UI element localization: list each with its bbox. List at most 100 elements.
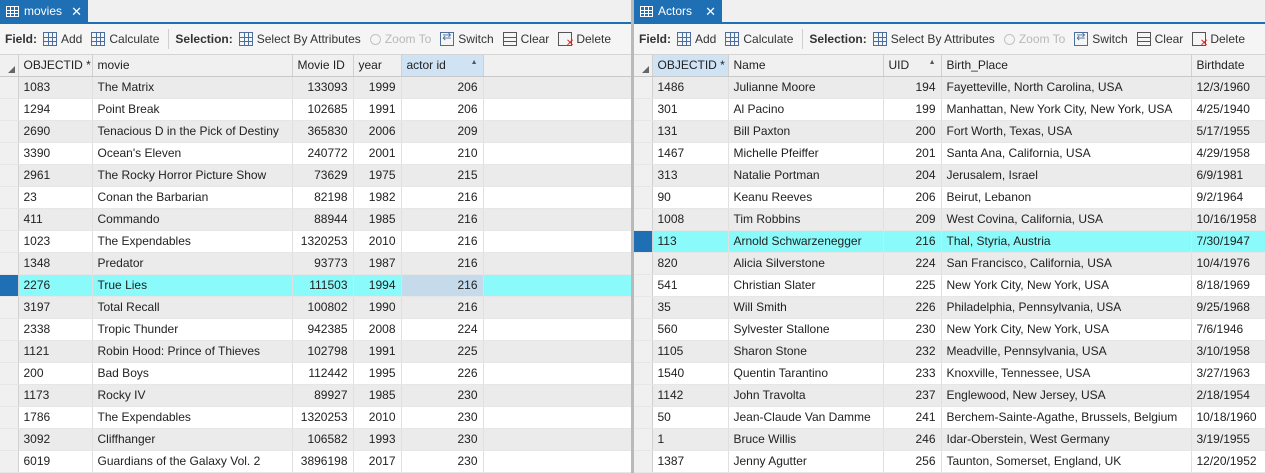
row-header[interactable]: [634, 186, 653, 209]
table-cell[interactable]: 1786: [18, 406, 93, 429]
table-cell[interactable]: 209: [401, 120, 484, 143]
table-cell[interactable]: 2017: [353, 450, 402, 473]
table-cell[interactable]: Meadville, Pennsylvania, USA: [941, 340, 1192, 363]
table-cell[interactable]: 10/4/1976: [1191, 252, 1265, 275]
table-cell[interactable]: 256: [883, 450, 942, 473]
column-header-birth-place[interactable]: Birth_Place: [941, 55, 1192, 77]
table-cell[interactable]: 8/18/1969: [1191, 274, 1265, 297]
column-header-uid[interactable]: UID ▲: [883, 55, 942, 77]
row-header[interactable]: [0, 296, 19, 319]
row-header[interactable]: [0, 142, 19, 165]
table-cell[interactable]: 230: [401, 384, 484, 407]
table-cell[interactable]: 1990: [353, 296, 402, 319]
table-cell[interactable]: 5/17/1955: [1191, 120, 1265, 143]
table-row[interactable]: 820 Alicia Silverstone 224 San Francisco, C…: [634, 252, 1265, 275]
table-cell[interactable]: Sylvester Stallone: [728, 318, 884, 341]
row-header[interactable]: [634, 98, 653, 121]
column-header-actor-id[interactable]: actor id ▲: [401, 55, 484, 77]
table-cell[interactable]: 2006: [353, 120, 402, 143]
actors-tab[interactable]: Actors ✕: [634, 0, 722, 22]
row-header[interactable]: [0, 318, 19, 341]
table-cell[interactable]: 7/30/1947: [1191, 230, 1265, 253]
table-cell[interactable]: 560: [652, 318, 729, 341]
movies-tab[interactable]: movies ✕: [0, 0, 88, 22]
table-cell[interactable]: 89927: [292, 384, 354, 407]
table-row[interactable]: 1173 Rocky IV 89927 1985 230: [0, 384, 631, 407]
table-cell[interactable]: 2961: [18, 164, 93, 187]
table-cell[interactable]: 1105: [652, 340, 729, 363]
row-header[interactable]: [0, 274, 19, 297]
table-cell[interactable]: New York City, New York, USA: [941, 274, 1192, 297]
table-cell[interactable]: 1294: [18, 98, 93, 121]
table-cell[interactable]: Philadelphia, Pennsylvania, USA: [941, 296, 1192, 319]
table-cell[interactable]: 102685: [292, 98, 354, 121]
table-cell[interactable]: 541: [652, 274, 729, 297]
table-row[interactable]: 131 Bill Paxton 200 Fort Worth, Texas, USA 5…: [634, 120, 1265, 143]
table-cell[interactable]: 230: [883, 318, 942, 341]
table-cell[interactable]: 215: [401, 164, 484, 187]
table-cell[interactable]: San Francisco, California, USA: [941, 252, 1192, 275]
table-cell[interactable]: Fort Worth, Texas, USA: [941, 120, 1192, 143]
table-cell[interactable]: 1991: [353, 340, 402, 363]
table-cell[interactable]: Bill Paxton: [728, 120, 884, 143]
table-row[interactable]: 313 Natalie Portman 204 Jerusalem, Israel 6/…: [634, 164, 1265, 187]
row-header[interactable]: [0, 340, 19, 363]
table-cell[interactable]: Englewood, New Jersey, USA: [941, 384, 1192, 407]
table-cell[interactable]: 1320253: [292, 230, 354, 253]
table-cell[interactable]: 225: [883, 274, 942, 297]
table-cell[interactable]: 4/25/1940: [1191, 98, 1265, 121]
table-cell[interactable]: 1023: [18, 230, 93, 253]
table-row[interactable]: 1467 Michelle Pfeiffer 201 Santa Ana, Calif…: [634, 142, 1265, 165]
row-header[interactable]: [0, 186, 19, 209]
table-row[interactable]: 1083 The Matrix 133093 1999 206: [0, 76, 631, 99]
table-cell[interactable]: 7/6/1946: [1191, 318, 1265, 341]
table-cell[interactable]: 1982: [353, 186, 402, 209]
row-header[interactable]: [0, 428, 19, 451]
table-cell[interactable]: 230: [401, 450, 484, 473]
table-cell[interactable]: 210: [401, 142, 484, 165]
table-cell[interactable]: 226: [883, 296, 942, 319]
table-cell[interactable]: Beirut, Lebanon: [941, 186, 1192, 209]
table-cell[interactable]: 201: [883, 142, 942, 165]
table-cell[interactable]: 4/29/1958: [1191, 142, 1265, 165]
table-cell[interactable]: 1173: [18, 384, 93, 407]
table-cell[interactable]: 2690: [18, 120, 93, 143]
row-header[interactable]: [634, 120, 653, 143]
table-cell[interactable]: Predator: [92, 252, 293, 275]
table-row[interactable]: 1294 Point Break 102685 1991 206: [0, 98, 631, 121]
table-cell[interactable]: Jean-Claude Van Damme: [728, 406, 884, 429]
table-cell[interactable]: Tim Robbins: [728, 208, 884, 231]
column-header-movie-id[interactable]: Movie ID: [292, 55, 354, 77]
table-row[interactable]: 1786 The Expendables 1320253 2010 230: [0, 406, 631, 429]
table-cell[interactable]: 50: [652, 406, 729, 429]
table-cell[interactable]: 12/20/1952: [1191, 450, 1265, 473]
table-cell[interactable]: 206: [883, 186, 942, 209]
table-cell[interactable]: 1540: [652, 362, 729, 385]
table-cell[interactable]: 1486: [652, 76, 729, 99]
table-row[interactable]: 1387 Jenny Agutter 256 Taunton, Somerset, E…: [634, 450, 1265, 473]
table-cell[interactable]: Quentin Tarantino: [728, 362, 884, 385]
table-cell[interactable]: 1083: [18, 76, 93, 99]
switch-button[interactable]: Switch: [440, 30, 494, 46]
table-cell[interactable]: 12/3/1960: [1191, 76, 1265, 99]
table-cell[interactable]: 246: [883, 428, 942, 451]
table-cell[interactable]: Al Pacino: [728, 98, 884, 121]
table-row[interactable]: 411 Commando 88944 1985 216: [0, 208, 631, 231]
table-cell[interactable]: 204: [883, 164, 942, 187]
table-cell[interactable]: 2276: [18, 274, 93, 297]
table-cell[interactable]: 1121: [18, 340, 93, 363]
table-cell[interactable]: Thal, Styria, Austria: [941, 230, 1192, 253]
column-header-year[interactable]: year: [353, 55, 402, 77]
table-cell[interactable]: 241: [883, 406, 942, 429]
row-header[interactable]: [634, 296, 653, 319]
table-cell[interactable]: 225: [401, 340, 484, 363]
table-cell[interactable]: 216: [401, 252, 484, 275]
table-row[interactable]: 90 Keanu Reeves 206 Beirut, Lebanon 9/2/1964: [634, 186, 1265, 209]
add-field-button[interactable]: Add: [677, 32, 716, 46]
close-icon[interactable]: ✕: [705, 5, 716, 18]
table-cell[interactable]: West Covina, California, USA: [941, 208, 1192, 231]
table-row[interactable]: 541 Christian Slater 225 New York City, New…: [634, 274, 1265, 297]
table-cell[interactable]: 2001: [353, 142, 402, 165]
table-cell[interactable]: 313: [652, 164, 729, 187]
table-cell[interactable]: 113: [652, 230, 729, 253]
